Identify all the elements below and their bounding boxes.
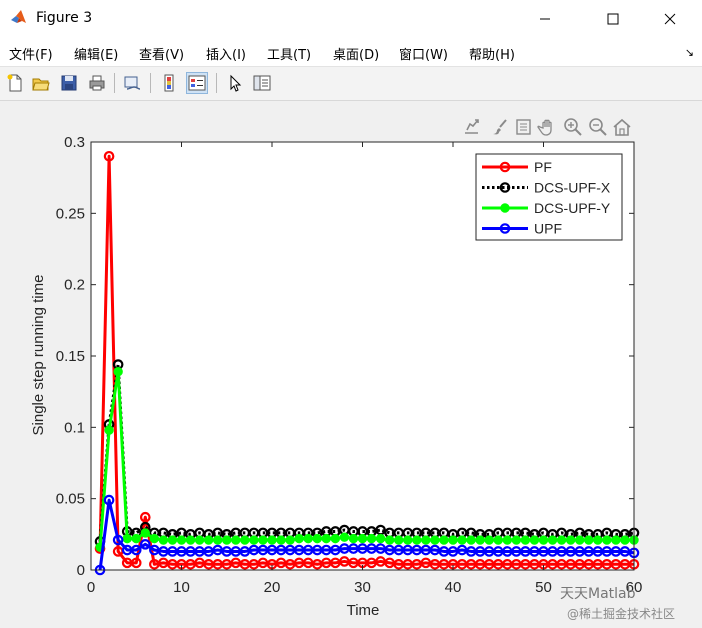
data-point: [158, 535, 169, 545]
x-axis-label: Time: [347, 602, 380, 619]
data-point: [249, 535, 259, 545]
data-point: [312, 533, 322, 544]
data-point: [149, 533, 160, 544]
data-point: [303, 533, 313, 544]
legend-label: PF: [534, 159, 552, 175]
x-tick-label: 20: [264, 579, 281, 596]
data-point: [113, 366, 123, 377]
data-point: [140, 528, 150, 538]
data-point: [556, 535, 567, 545]
data-point: [430, 535, 440, 545]
data-point: [294, 533, 304, 544]
data-point: [131, 533, 141, 544]
data-point: [330, 533, 341, 544]
legend-marker: [500, 203, 510, 213]
data-point: [511, 535, 522, 545]
watermark-source: @稀土掘金技术社区: [567, 607, 676, 621]
data-point: [457, 535, 467, 545]
x-tick-label: 40: [445, 579, 462, 596]
data-point: [394, 535, 404, 545]
data-point: [547, 535, 558, 545]
data-point: [529, 535, 540, 545]
legend-label: UPF: [534, 221, 562, 237]
data-point: [602, 535, 612, 545]
data-point: [276, 535, 286, 545]
y-axis-label: Single step running time: [30, 275, 47, 436]
data-point: [484, 535, 494, 545]
legend-label: DCS-UPF-X: [534, 180, 611, 196]
data-point: [357, 533, 368, 544]
data-point: [176, 535, 187, 545]
data-point: [448, 535, 458, 545]
y-tick-label: 0.15: [56, 348, 85, 365]
data-point: [412, 535, 422, 545]
data-point: [222, 535, 232, 545]
data-point: [593, 535, 603, 545]
data-point: [403, 535, 413, 545]
y-tick-label: 0.1: [64, 419, 85, 436]
data-point: [321, 533, 331, 544]
data-point: [240, 535, 250, 545]
data-point: [167, 535, 178, 545]
x-tick-label: 10: [173, 579, 190, 596]
y-tick-label: 0.25: [56, 205, 85, 222]
legend-label: DCS-UPF-Y: [534, 200, 611, 216]
x-tick-label: 50: [535, 579, 552, 596]
figure-window: Figure 3 文件(F) 编辑(E) 查看(V) 插入(I) 工具(T) 桌…: [0, 0, 702, 628]
x-tick-label: 0: [87, 579, 95, 596]
data-point: [584, 535, 594, 545]
data-point: [348, 533, 359, 544]
data-point: [620, 535, 630, 545]
data-point: [194, 535, 205, 545]
data-point: [122, 533, 132, 544]
data-point: [104, 425, 114, 435]
data-point: [493, 535, 503, 545]
data-point: [520, 535, 531, 545]
data-point: [375, 533, 386, 544]
y-tick-label: 0.05: [56, 491, 85, 508]
data-point: [575, 535, 585, 545]
y-tick-label: 0.3: [64, 134, 85, 151]
data-point: [475, 535, 485, 545]
data-point: [258, 535, 268, 545]
data-point: [203, 535, 214, 545]
y-tick-label: 0: [77, 562, 85, 579]
data-point: [466, 535, 476, 545]
data-point: [185, 535, 196, 545]
watermark-text: 天天Matlab: [560, 586, 636, 602]
y-tick-label: 0.2: [64, 277, 85, 294]
data-point: [538, 535, 549, 545]
x-tick-label: 30: [354, 579, 371, 596]
data-point: [212, 535, 223, 545]
data-point: [267, 535, 277, 545]
data-point: [421, 535, 431, 545]
data-point: [502, 535, 512, 545]
data-point: [611, 535, 621, 545]
data-point: [285, 535, 295, 545]
data-point: [339, 532, 350, 542]
data-point: [565, 535, 576, 545]
data-point: [366, 533, 377, 544]
data-point: [439, 535, 449, 545]
data-point: [231, 535, 241, 545]
data-point: [384, 535, 395, 545]
line-chart: 0 10 20 30 40 50 6000.050.10.150.20.250.3 Time…: [30, 134, 642, 619]
